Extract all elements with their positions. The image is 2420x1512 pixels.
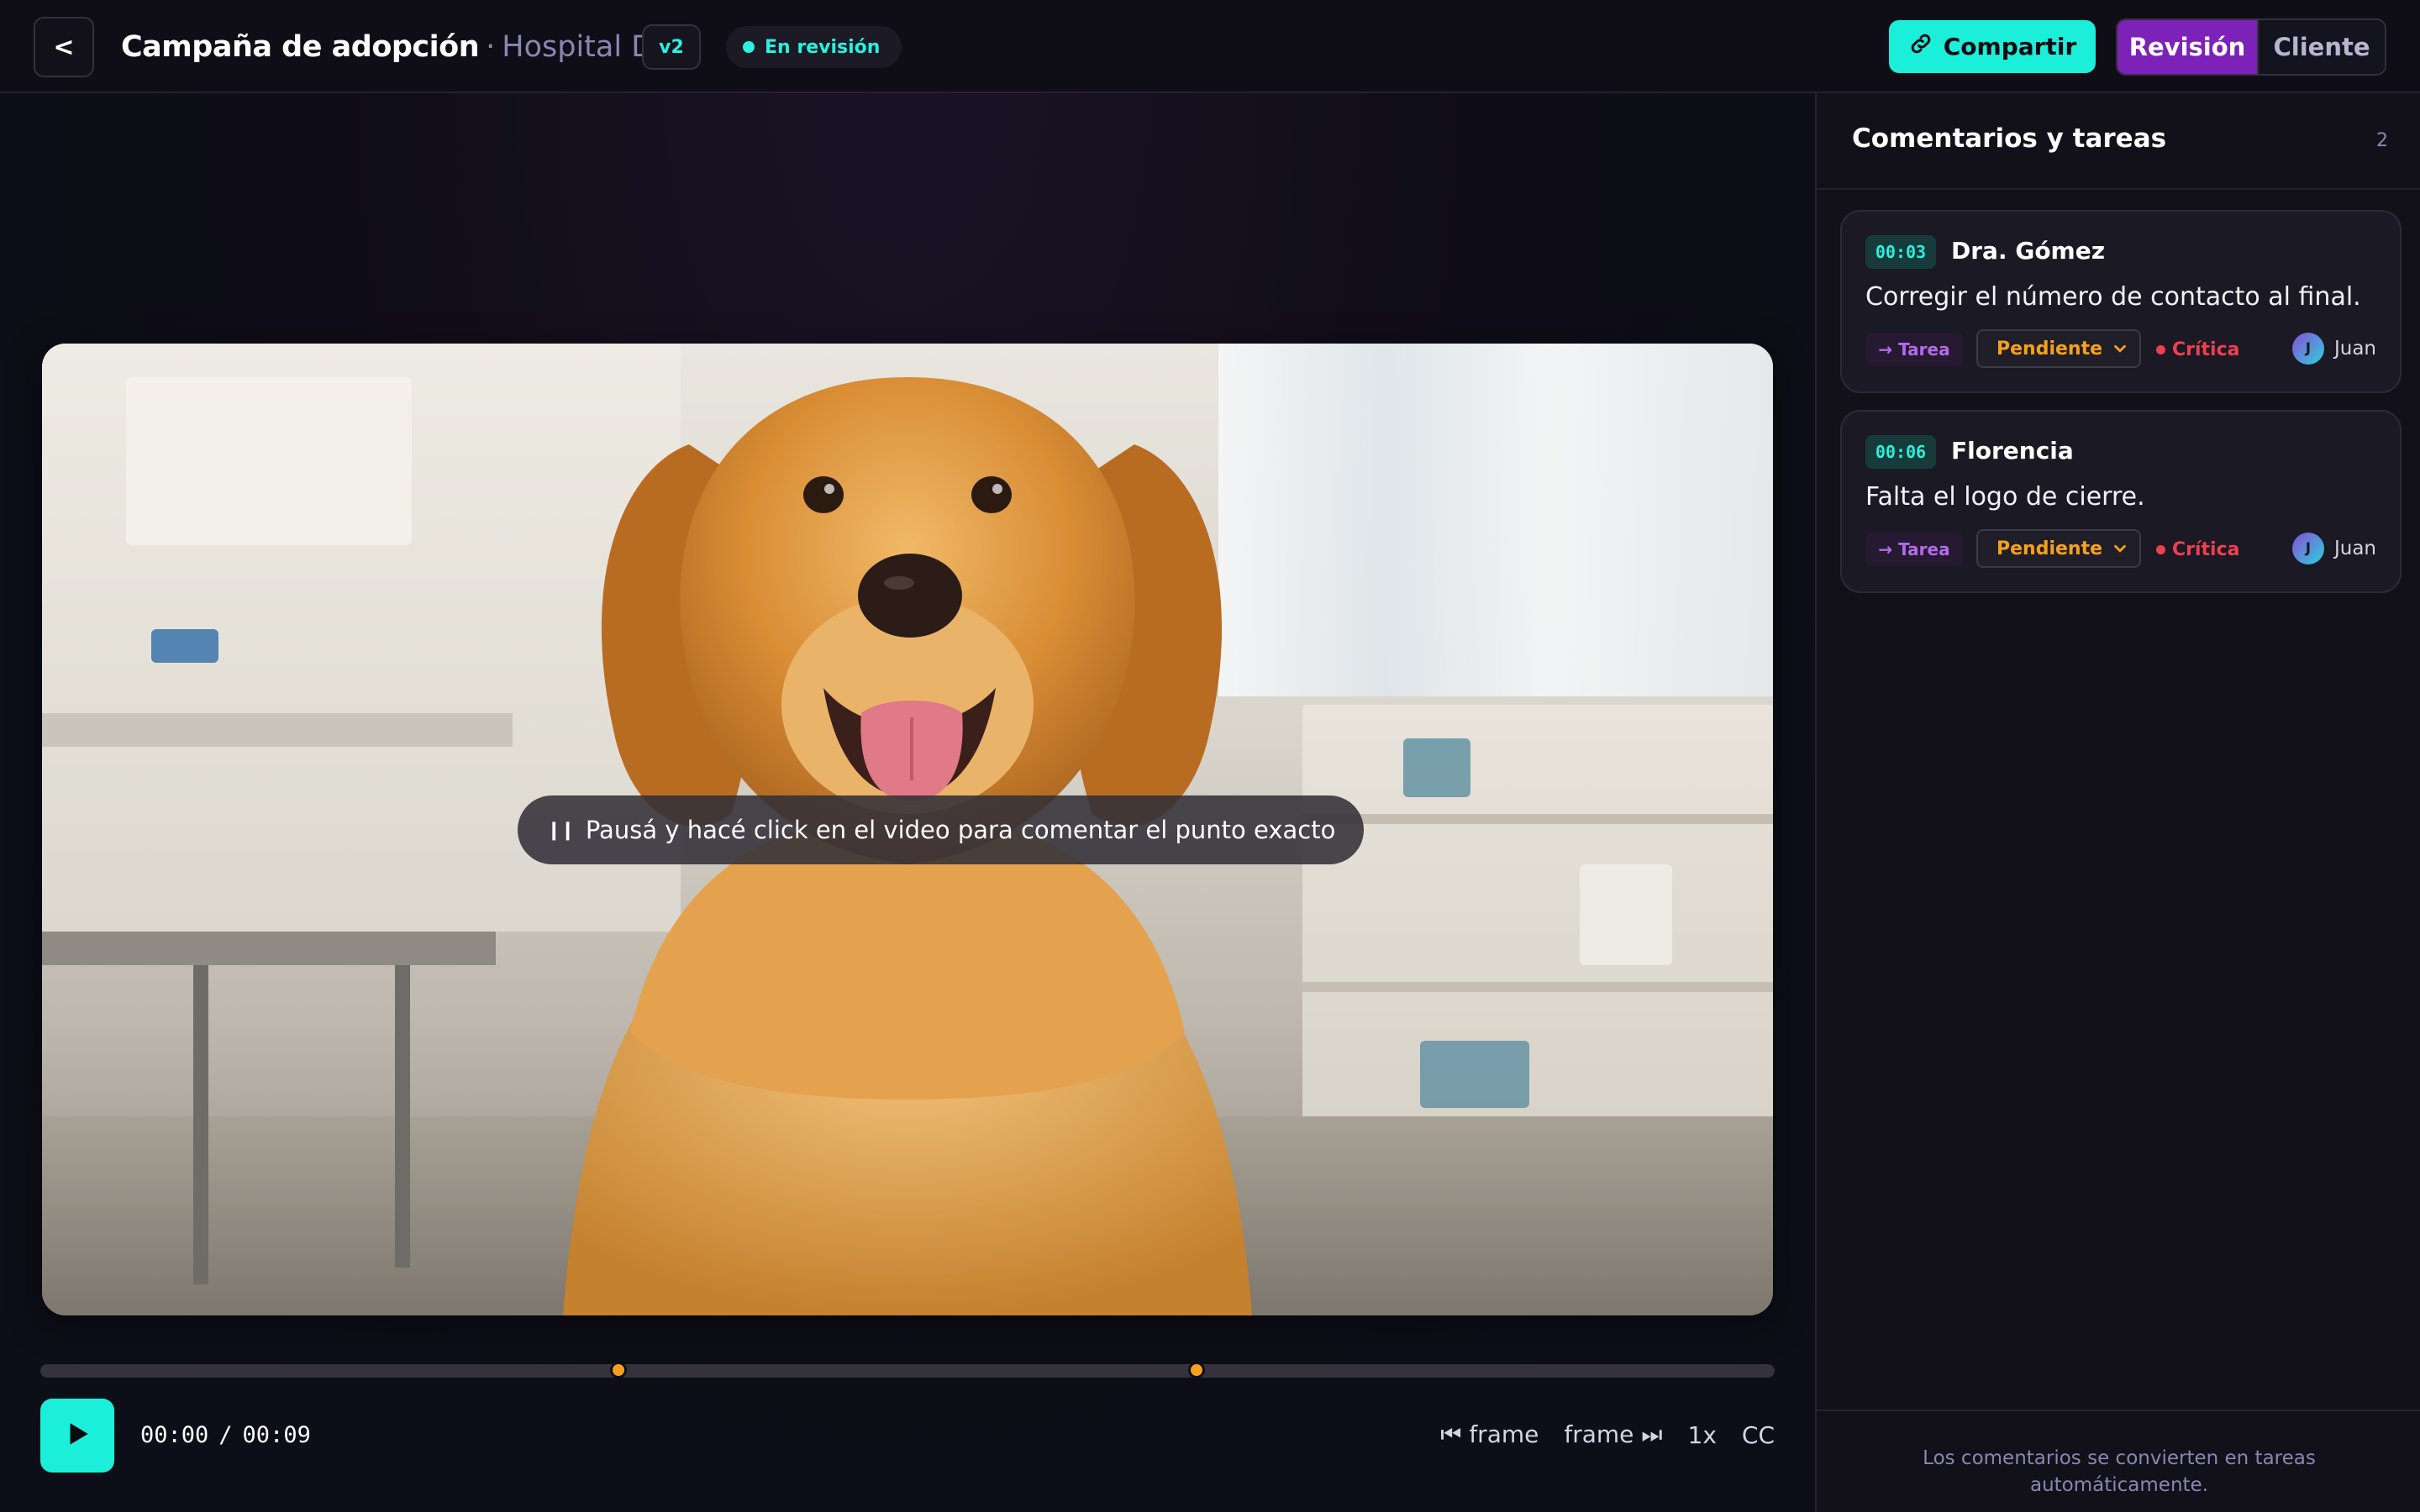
mode-switch: Revisión Cliente xyxy=(2116,18,2386,76)
duration: 00:09 xyxy=(242,1421,311,1448)
task-type-label: → Tarea xyxy=(1878,539,1950,559)
sidebar-title: Comentarios y tareas xyxy=(1852,123,2167,154)
timestamp-label: 00:06 xyxy=(1875,442,1927,462)
play-button[interactable] xyxy=(40,1399,114,1473)
priority-badge: Crítica xyxy=(2156,539,2239,560)
task-type-label: → Tarea xyxy=(1878,339,1950,360)
timeline-marker[interactable] xyxy=(1188,1362,1205,1378)
speed-button[interactable]: 1x xyxy=(1688,1421,1717,1449)
comment-hint-tooltip: ❙❙ Pausá y hacé click en el video para c… xyxy=(518,795,1365,864)
priority-dot-icon xyxy=(2156,345,2165,354)
task-type-chip: → Tarea xyxy=(1865,333,1963,366)
comment-card[interactable]: 00:03 Dra. Gómez Corregir el número de c… xyxy=(1840,210,2402,393)
status-badge: En revisión xyxy=(726,26,902,68)
timeline-marker[interactable] xyxy=(610,1362,627,1378)
status-dot-icon xyxy=(743,41,755,53)
priority-label: Crítica xyxy=(2172,539,2240,560)
link-icon xyxy=(1908,31,1933,62)
timeline-scrubber[interactable] xyxy=(40,1364,1775,1378)
timestamp-chip[interactable]: 00:06 xyxy=(1865,435,1936,469)
priority-badge: Crítica xyxy=(2156,339,2239,360)
version-label: v2 xyxy=(659,36,684,58)
priority-label: Crítica xyxy=(2172,339,2240,360)
version-badge[interactable]: v2 xyxy=(642,24,701,70)
comment-text: Falta el logo de cierre. xyxy=(1865,482,2145,512)
priority-dot-icon xyxy=(2156,545,2165,554)
comment-hint-text: Pausá y hacé click en el video para come… xyxy=(585,816,1336,844)
next-frame-button[interactable]: frame ⏭ xyxy=(1564,1420,1662,1449)
player-controls: ⏮ frame frame ⏭ 1x CC xyxy=(1440,1418,1775,1452)
share-button[interactable]: Compartir xyxy=(1889,20,2096,73)
assignee-name: Juan xyxy=(2333,538,2376,559)
back-button[interactable]: < xyxy=(34,17,94,77)
captions-button[interactable]: CC xyxy=(1742,1421,1775,1449)
task-type-chip: → Tarea xyxy=(1865,533,1963,566)
avatar: J xyxy=(2291,533,2324,564)
comment-card[interactable]: 00:06 Florencia Falta el logo de cierre.… xyxy=(1840,410,2402,593)
status-select-value: Pendiente xyxy=(1996,338,2103,360)
timestamp-chip[interactable]: 00:03 xyxy=(1865,235,1936,269)
assignee-name: Juan xyxy=(2333,338,2376,360)
chevron-down-icon xyxy=(2114,544,2126,553)
play-icon xyxy=(63,1420,92,1452)
status-select-value: Pendiente xyxy=(1996,538,2103,559)
comment-text: Corregir el número de contacto al final. xyxy=(1865,282,2361,312)
comment-count: 2 xyxy=(2376,130,2388,151)
top-bar: < Campaña de adopción · Hospital Dog v2 … xyxy=(0,0,2420,93)
footer-note: Los comentarios se convierten en tareas … xyxy=(1923,1447,2316,1496)
pause-icon: ❙❙ xyxy=(546,819,576,841)
mode-client-button[interactable]: Cliente xyxy=(2257,20,2385,74)
sidebar-header: Comentarios y tareas 2 xyxy=(1817,93,2420,190)
assignee[interactable]: J Juan xyxy=(2291,333,2376,365)
prev-frame-button[interactable]: ⏮ frame xyxy=(1440,1420,1539,1449)
comment-author: Dra. Gómez xyxy=(1951,237,2106,265)
comments-sidebar: Comentarios y tareas 2 00:03 Dra. Gómez … xyxy=(1815,93,2420,1512)
mode-review-button[interactable]: Revisión xyxy=(2118,20,2257,74)
title-separator: · xyxy=(486,30,496,64)
share-label: Compartir xyxy=(1943,33,2077,60)
task-status-select[interactable]: Pendiente xyxy=(1976,529,2141,568)
back-label: < xyxy=(53,32,75,62)
current-time: 00:00 xyxy=(140,1421,209,1448)
sidebar-footer: Los comentarios se convierten en tareas … xyxy=(1817,1410,2420,1512)
status-label: En revisión xyxy=(765,36,881,58)
comment-author: Florencia xyxy=(1951,437,2074,465)
timestamp-label: 00:03 xyxy=(1875,242,1927,262)
video-player[interactable]: ❙❙ Pausá y hacé click en el video para c… xyxy=(42,344,1773,1315)
chevron-down-icon xyxy=(2114,344,2126,353)
project-title: Campaña de adopción xyxy=(121,30,480,64)
avatar: J xyxy=(2291,333,2324,365)
breadcrumb: Campaña de adopción · Hospital Dog xyxy=(121,25,691,69)
assignee[interactable]: J Juan xyxy=(2291,533,2376,564)
video-stage: ❙❙ Pausá y hacé click en el video para c… xyxy=(0,93,1815,1512)
time-separator: / xyxy=(218,1421,233,1448)
time-readout: 00:00 / 00:09 xyxy=(140,1418,311,1452)
task-status-select[interactable]: Pendiente xyxy=(1976,329,2141,368)
